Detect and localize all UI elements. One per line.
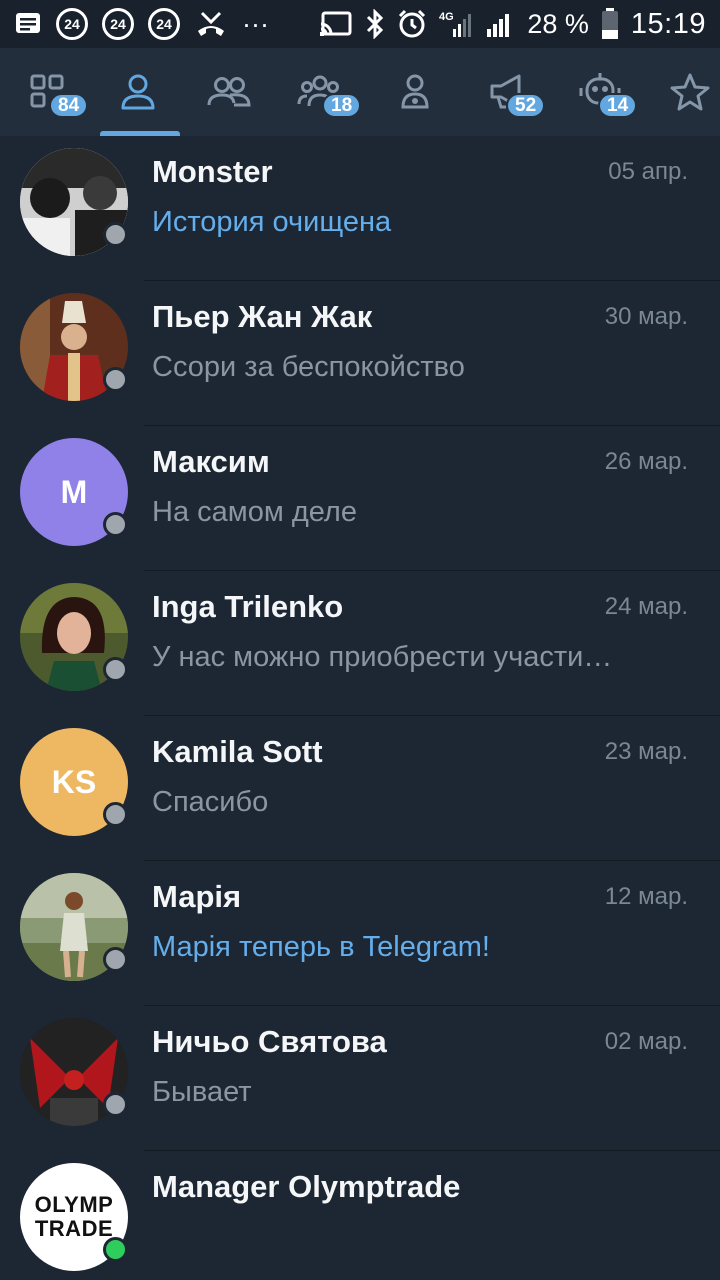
- tab-contacts[interactable]: [184, 48, 274, 136]
- chat-row[interactable]: Ничьо Святова 02 мар. Бывает: [0, 1006, 720, 1151]
- presence-dot-online: [103, 1237, 128, 1262]
- message-icon: [14, 10, 42, 38]
- chat-preview: Ссори за беспокойство: [152, 351, 465, 383]
- chat-row[interactable]: Monster 05 апр. История очищена: [0, 136, 720, 281]
- tab-all-chats[interactable]: 84: [3, 48, 93, 136]
- logo-line-2: TRADE: [34, 1216, 114, 1241]
- chat-name: Максим: [152, 444, 270, 479]
- bluetooth-icon: [365, 9, 385, 39]
- chat-date: 02 мар.: [604, 1028, 688, 1055]
- chat-row[interactable]: Марія 12 мар. Марія теперь в Telegram!: [0, 861, 720, 1006]
- presence-dot: [103, 222, 128, 247]
- chat-row[interactable]: Пьер Жан Жак 30 мар. Ссори за беспокойст…: [0, 281, 720, 426]
- contacts-icon: [207, 77, 251, 107]
- battery-icon: [601, 8, 619, 40]
- tab-badge: 52: [506, 93, 546, 118]
- cast-icon: [319, 10, 353, 38]
- tab-bots[interactable]: 14: [555, 48, 645, 136]
- tab-favorites[interactable]: [645, 48, 720, 136]
- presence-dot: [103, 367, 128, 392]
- chat-row[interactable]: Inga Trilenko 24 мар. У нас можно приобр…: [0, 571, 720, 716]
- tab-badge: 84: [49, 93, 89, 118]
- clock: 15:19: [630, 7, 706, 40]
- alarm-icon: [397, 9, 427, 39]
- channel-24-icon: 24: [148, 8, 180, 40]
- tab-groups[interactable]: 18: [275, 48, 365, 136]
- chat-name: Пьер Жан Жак: [152, 299, 373, 334]
- chat-preview: Бывает: [152, 1076, 252, 1108]
- channel-24-icon: 24: [56, 8, 88, 40]
- chat-name: Monster: [152, 154, 273, 189]
- tab-personal[interactable]: [93, 48, 183, 136]
- chat-row[interactable]: M Максим 26 мар. На самом деле: [0, 426, 720, 571]
- avatar-initials: KS: [51, 763, 97, 800]
- chat-preview: История очищена: [152, 206, 392, 238]
- chat-preview: У нас можно приобрести участи…: [152, 641, 613, 673]
- chat-preview: На самом деле: [152, 496, 357, 528]
- avatar-initials: M: [60, 473, 88, 510]
- chat-name: Inga Trilenko: [152, 589, 344, 624]
- channel-24-icon: 24: [102, 8, 134, 40]
- signal-4g-icon: 4G: [439, 9, 473, 39]
- chat-date: 24 мар.: [604, 593, 688, 620]
- tab-badge: 14: [598, 93, 638, 118]
- tab-secret[interactable]: [370, 48, 460, 136]
- signal-icon: [485, 9, 515, 39]
- chat-date: 26 мар.: [604, 448, 688, 475]
- presence-dot: [103, 512, 128, 537]
- chat-preview: Марія теперь в Telegram!: [152, 931, 490, 963]
- missed-call-icon: [194, 9, 228, 39]
- network-label: 4G: [439, 11, 454, 23]
- presence-dot: [103, 802, 128, 827]
- presence-dot: [103, 947, 128, 972]
- chat-list: Monster 05 апр. История очищена Пьер Жан…: [0, 136, 720, 1280]
- folder-tab-bar: 84 18 52 14: [0, 48, 720, 136]
- battery-percent: 28 %: [527, 8, 589, 39]
- chat-name: Ничьо Святова: [152, 1024, 387, 1059]
- chat-name: Kamila Sott: [152, 734, 323, 769]
- person-icon: [121, 74, 155, 110]
- status-bar: 24 24 24 ··· 4G 28 % 15:19: [0, 0, 720, 48]
- chat-preview: Спасибо: [152, 786, 269, 818]
- star-icon: [670, 73, 710, 111]
- tab-badge: 18: [322, 93, 362, 118]
- more-dots-icon: ···: [242, 8, 269, 39]
- tab-channels[interactable]: 52: [465, 48, 555, 136]
- chat-name: Manager Olymptrade: [152, 1169, 461, 1204]
- chat-date: 12 мар.: [604, 883, 688, 910]
- chat-name: Марія: [152, 879, 242, 914]
- secret-user-icon: [401, 74, 429, 109]
- chat-date: 05 апр.: [608, 158, 688, 185]
- chat-date: 23 мар.: [604, 738, 688, 765]
- chat-date: 30 мар.: [604, 303, 688, 330]
- presence-dot: [103, 657, 128, 682]
- chat-row[interactable]: OLYMP TRADE Manager Olymptrade: [0, 1151, 720, 1280]
- chat-row[interactable]: KS Kamila Sott 23 мар. Спасибо: [0, 716, 720, 861]
- presence-dot: [103, 1092, 128, 1117]
- logo-line-1: OLYMP: [34, 1192, 114, 1217]
